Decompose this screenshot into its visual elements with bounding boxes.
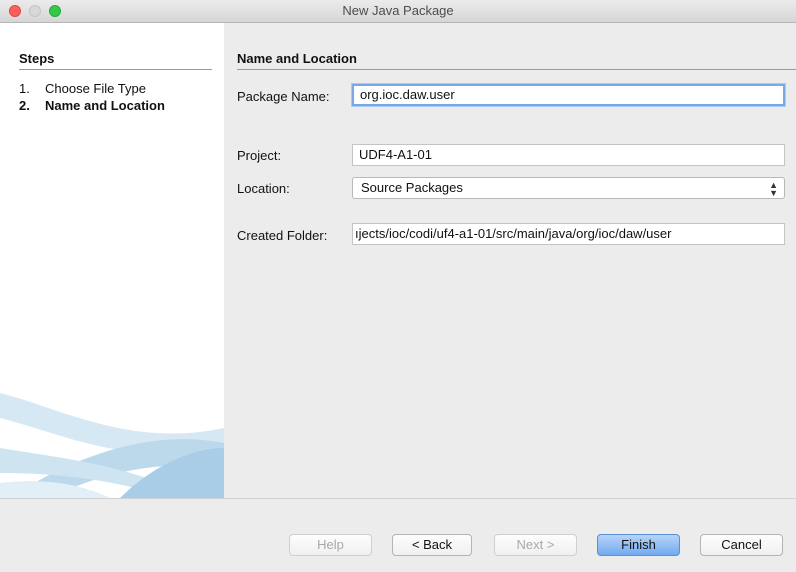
select-arrows-icon: ▲ ▼ [769, 180, 778, 198]
name-and-location-panel: Name and Location Package Name: org.ioc.… [224, 23, 796, 498]
created-folder-field: ıjects/ioc/codi/uf4-a1-01/src/main/java/… [352, 223, 785, 245]
package-name-label: Package Name: [237, 89, 330, 104]
window-title: New Java Package [342, 3, 454, 18]
help-button[interactable]: Help [289, 534, 372, 556]
finish-button[interactable]: Finish [597, 534, 680, 556]
project-field: UDF4-A1-01 [352, 144, 785, 166]
section-divider [237, 69, 796, 70]
location-select[interactable]: Source Packages ▲ ▼ [352, 177, 785, 199]
created-folder-label: Created Folder: [237, 228, 328, 243]
package-name-input[interactable]: org.ioc.daw.user [352, 84, 785, 106]
step-choose-file-type: 1. Choose File Type [19, 81, 146, 96]
location-label: Location: [237, 181, 290, 196]
steps-panel: Steps 1. Choose File Type 2. Name and Loca… [0, 23, 224, 498]
step-number: 2. [19, 98, 30, 113]
step-label: Choose File Type [45, 81, 146, 96]
section-heading: Name and Location [237, 51, 357, 66]
decorative-swoosh-graphic [0, 393, 224, 498]
new-java-package-dialog: New Java Package Steps 1. Choose File Typ… [0, 0, 796, 572]
step-name-and-location: 2. Name and Location [19, 98, 165, 113]
steps-divider [19, 69, 212, 70]
step-label: Name and Location [45, 98, 165, 113]
project-label: Project: [237, 148, 282, 163]
cancel-button[interactable]: Cancel [700, 534, 783, 556]
steps-heading: Steps [19, 51, 55, 66]
back-button[interactable]: < Back [392, 534, 472, 556]
location-selected-value: Source Packages [361, 180, 463, 195]
step-number: 1. [19, 81, 30, 96]
next-button[interactable]: Next > [494, 534, 577, 556]
title-bar: New Java Package [0, 0, 796, 23]
